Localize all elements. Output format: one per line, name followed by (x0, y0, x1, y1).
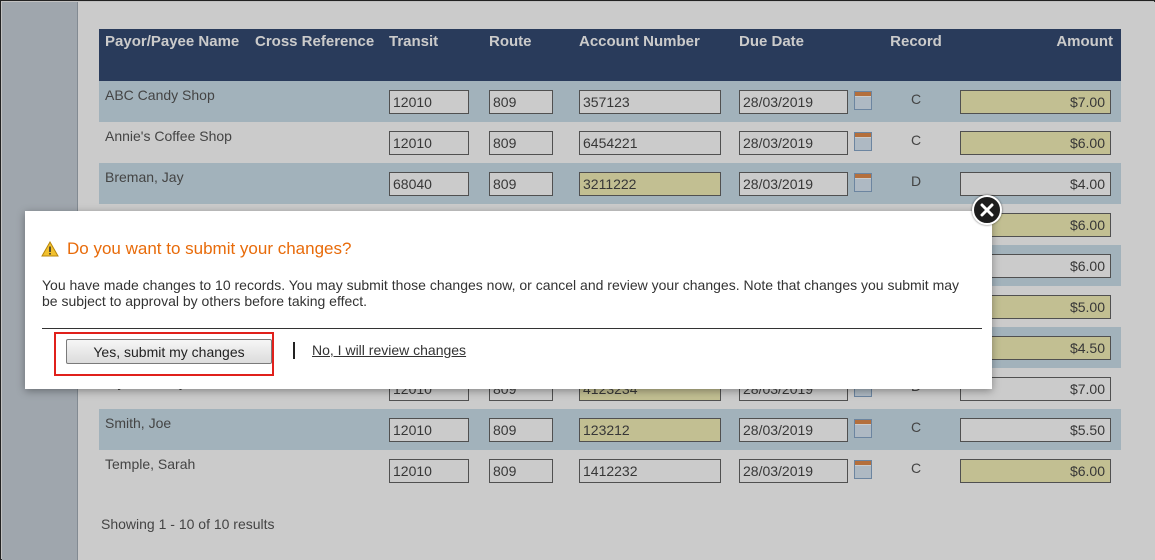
dialog-divider (42, 328, 982, 329)
warning-icon (41, 241, 59, 257)
dialog-message: You have made changes to 10 records. You… (42, 277, 960, 309)
submit-changes-button[interactable]: Yes, submit my changes (66, 339, 272, 364)
dialog-title: Do you want to submit your changes? (67, 239, 352, 258)
review-changes-link[interactable]: No, I will review changes (312, 342, 466, 358)
close-dialog-button[interactable] (972, 195, 1002, 225)
app-frame: Payor/Payee Name Cross Reference Transit… (0, 0, 1155, 560)
close-icon (980, 203, 994, 217)
submit-changes-dialog: Do you want to submit your changes? You … (25, 211, 992, 389)
dialog-title-row: Do you want to submit your changes? (41, 239, 351, 259)
button-separator (293, 342, 295, 359)
